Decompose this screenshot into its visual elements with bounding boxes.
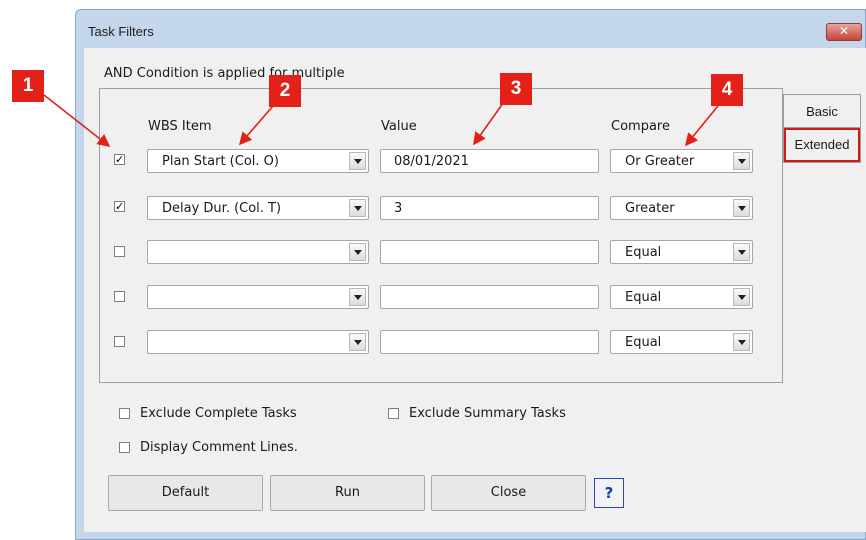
callout-badge-1: 1 <box>12 70 44 102</box>
callout-badge-4: 4 <box>711 74 743 106</box>
callout-badge-2: 2 <box>269 75 301 107</box>
callout-4-arrow <box>684 100 723 147</box>
callout-1-arrow <box>43 94 111 147</box>
callout-2-arrow <box>238 105 274 146</box>
callout-badge-3: 3 <box>500 73 532 105</box>
callout-3-arrow <box>473 98 507 146</box>
